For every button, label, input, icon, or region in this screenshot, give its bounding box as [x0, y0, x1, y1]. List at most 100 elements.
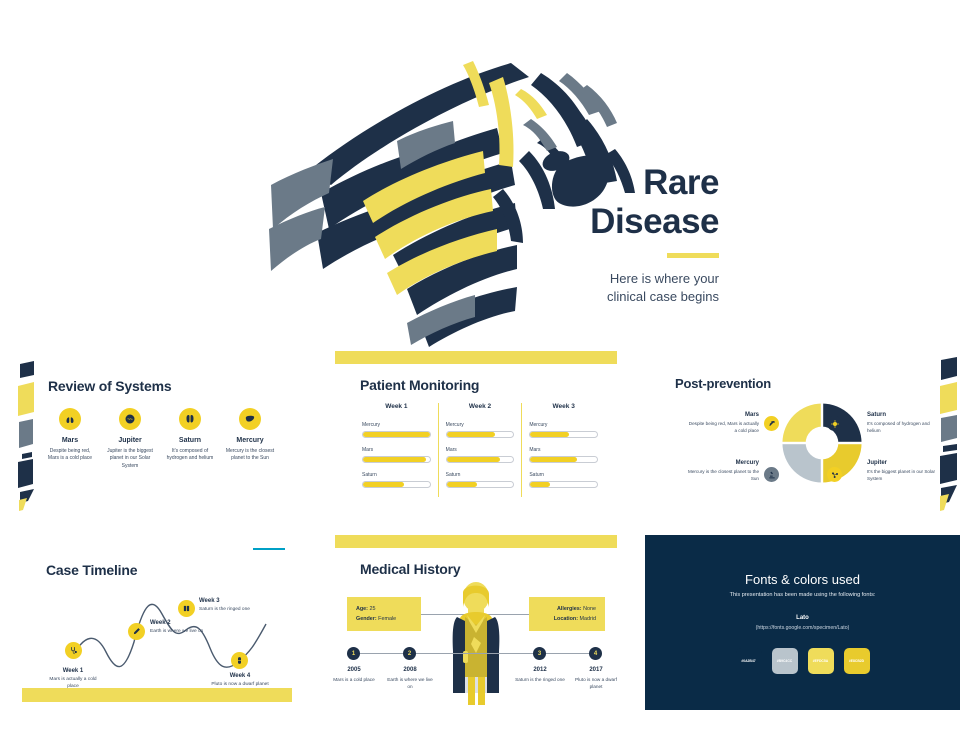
progress-fill — [446, 482, 477, 487]
milestone-desc: Mars is a cold place — [333, 677, 375, 682]
slide-fonts-and-colors[interactable]: Fonts & colors used This presentation ha… — [645, 535, 960, 710]
liver-icon — [239, 408, 261, 430]
post-prevention-item[interactable]: Jupiter It's the biggest planet in our S… — [867, 460, 941, 483]
thermometer-icon[interactable] — [128, 623, 145, 640]
timeline-desc: Earth is where we live on — [150, 629, 204, 634]
slide-post-prevention[interactable]: Post-prevention Mars Despite being red, … — [645, 356, 960, 513]
monitoring-column: Week 3 Mercury Mars Saturn — [521, 403, 605, 497]
milestone-desc: Earth is where we live on — [387, 677, 433, 689]
milestone-number[interactable]: 4 — [589, 647, 602, 660]
pp-item-name: Jupiter — [867, 460, 888, 466]
timeline-week: Week 4 — [229, 673, 251, 679]
progress-fill — [530, 432, 569, 437]
metric-label: Mars — [529, 447, 541, 453]
timeline-desc: Saturn is the ringed one — [199, 607, 250, 612]
pp-item-desc: It's the biggest planet in our Solar Sys… — [867, 469, 936, 481]
bottom-yellow-band — [22, 688, 292, 702]
slide-case-timeline[interactable]: Case Timeline Week 1 Mars is actually a … — [0, 540, 292, 702]
swatch-hex-label: #EFDC5A — [812, 659, 829, 663]
pp-item-desc: Mercury is the closest planet to the Sun — [688, 469, 759, 481]
ros-item-desc: Mercury is the closest planet to the Sun — [225, 448, 275, 462]
metric-label: Mercury — [362, 422, 381, 428]
hero-accent-rule — [667, 253, 719, 259]
title-text-block: Rare Disease Here is where your clinical… — [509, 163, 719, 306]
pp-item-name: Saturn — [867, 412, 887, 418]
slide-review-of-systems[interactable]: Review of Systems Mars Despite being red… — [0, 356, 292, 518]
progress-track — [529, 481, 599, 488]
timeline-week: Week 2 — [150, 620, 171, 626]
metric-label: Mars — [362, 447, 374, 453]
metric-label: Saturn — [362, 472, 377, 478]
info-line: Age: 25 — [356, 604, 412, 614]
review-of-systems-title: Review of Systems — [48, 378, 172, 394]
case-timeline-title: Case Timeline — [46, 562, 138, 578]
timeline-caption: Week 3 Saturn is the ringed one — [199, 598, 257, 614]
post-prevention-diagram: Mars Despite being red, Mars is actually… — [645, 398, 960, 503]
title-slide[interactable]: Rare Disease Here is where your clinical… — [211, 33, 719, 350]
color-swatch[interactable]: #0A2B47 — [735, 648, 762, 674]
week-label: Week 1 — [385, 403, 408, 410]
ros-item[interactable]: Mercury Mercury is the closest planet to… — [220, 408, 280, 470]
ros-item-desc: Despite being red, Mars is a cold place — [47, 448, 93, 462]
post-prevention-item[interactable]: Mars Despite being red, Mars is actually… — [685, 412, 759, 435]
timeline-caption: Week 2 Earth is where we live on — [150, 620, 208, 636]
milestone-desc: Saturn is the ringed one — [515, 677, 565, 682]
milestone-number[interactable]: 3 — [533, 647, 546, 660]
color-swatch[interactable]: #E8CB2D — [843, 648, 870, 674]
milestone-number[interactable]: 1 — [347, 647, 360, 660]
pp-item-name: Mars — [744, 412, 759, 418]
progress-fill — [446, 432, 495, 437]
teal-accent-rule — [253, 548, 285, 550]
metric-row: Mars — [445, 447, 515, 463]
brain-icon — [119, 408, 141, 430]
metric-row: Mercury — [445, 422, 515, 438]
medical-history-title: Medical History — [360, 561, 461, 577]
progress-fill — [363, 482, 405, 487]
post-prevention-title: Post-prevention — [675, 376, 771, 391]
color-swatch[interactable]: #B9C4CC — [771, 648, 798, 674]
pp-item-desc: Despite being red, Mars is actually a co… — [688, 421, 759, 433]
timeline-week: Week 3 — [199, 598, 220, 604]
ros-item[interactable]: Saturn It's composed of hydrogen and hel… — [160, 408, 220, 470]
info-value: None — [581, 606, 596, 612]
progress-fill — [446, 457, 500, 462]
ros-item[interactable]: Jupiter Jupiter is the biggest planet in… — [100, 408, 160, 470]
progress-fill — [363, 457, 427, 462]
post-prevention-item[interactable]: Saturn It's composed of hydrogen and hel… — [867, 412, 941, 435]
progress-track — [529, 431, 599, 438]
presentation-thumbnail-grid: Rare Disease Here is where your clinical… — [0, 0, 960, 733]
ros-item[interactable]: Mars Despite being red, Mars is a cold p… — [40, 408, 100, 470]
metric-row: Mars — [362, 447, 431, 463]
pp-item-name: Mercury — [735, 460, 759, 466]
milestone-caption: 2012 Saturn is the ringed one — [514, 667, 566, 684]
review-of-systems-items: Mars Despite being red, Mars is a cold p… — [40, 408, 280, 470]
progress-track — [445, 431, 515, 438]
font-url[interactable]: (https://fonts.google.com/specimen/Lato) — [645, 625, 960, 631]
swatch-hex-label: #0A2B47 — [741, 659, 756, 663]
swatch-hex-label: #B9C4CC — [776, 659, 793, 663]
virus-icon — [827, 416, 842, 431]
medical-history-diagram: Age: 25 Gender: Female Allergies: None L… — [325, 582, 627, 708]
stethoscope-icon[interactable] — [65, 642, 82, 659]
timeline-caption: Week 4 Pluto is now a dwarf planet — [211, 673, 269, 689]
microscope-icon — [764, 467, 779, 482]
progress-track — [445, 481, 515, 488]
pp-item-desc: It's composed of hydrogen and helium — [867, 421, 930, 433]
post-prevention-item[interactable]: Mercury Mercury is the closest planet to… — [685, 460, 759, 483]
color-swatch[interactable]: #EFDC5A — [807, 648, 834, 674]
monitoring-column: Week 2 Mercury Mars Saturn — [437, 403, 522, 497]
slide-patient-monitoring[interactable]: Patient Monitoring Week 1 Mercury Mars S… — [325, 351, 627, 521]
microscope-icon[interactable] — [178, 600, 195, 617]
week-label: Week 2 — [468, 403, 492, 410]
pill-icon[interactable] — [231, 652, 248, 669]
milestone-year: 2008 — [403, 667, 417, 673]
milestone-number[interactable]: 2 — [403, 647, 416, 660]
slide-medical-history[interactable]: Medical History Age: 25 Gender: Female A… — [325, 535, 627, 710]
metric-label: Mars — [445, 447, 457, 453]
fonts-colors-subtitle: This presentation has been made using th… — [729, 592, 876, 598]
kidneys-icon — [179, 408, 201, 430]
patient-monitoring-columns: Week 1 Mercury Mars Saturn Week 2 Mercur… — [355, 403, 605, 497]
patient-info-right: Allergies: None Location: Madrid — [529, 597, 605, 631]
case-timeline-diagram: Week 1 Mars is actually a cold place Wee… — [0, 580, 292, 690]
metric-row: Mercury — [362, 422, 431, 438]
